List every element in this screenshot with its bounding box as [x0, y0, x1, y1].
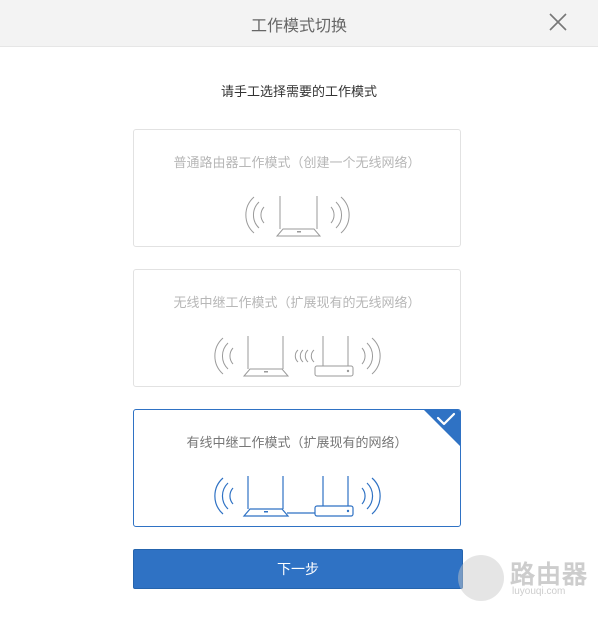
mode-card-router[interactable]: 普通路由器工作模式（创建一个无线网络）	[133, 129, 461, 247]
mode-prompt: 请手工选择需要的工作模式	[220, 84, 377, 99]
watermark-router-icon	[458, 555, 504, 601]
watermark-logo: 路由器 luyouqi.com	[458, 553, 588, 605]
dialog-header: 工作模式切换	[0, 0, 598, 47]
selected-check-icon	[424, 410, 460, 446]
dialog-title: 工作模式切换	[250, 18, 347, 35]
mode-card-wired-repeater[interactable]: 有线中继工作模式（扩展现有的网络）	[133, 409, 461, 527]
close-icon[interactable]	[548, 12, 568, 32]
watermark-subtext: luyouqi.com	[512, 586, 566, 597]
wired-repeater-illustration-icon	[214, 476, 381, 517]
router-illustration-icon	[245, 196, 350, 237]
next-step-button[interactable]: 下一步	[133, 549, 463, 589]
mode-card-wireless-repeater[interactable]: 无线中继工作模式（扩展现有的无线网络）	[133, 269, 461, 387]
wireless-repeater-illustration-icon	[214, 336, 381, 377]
